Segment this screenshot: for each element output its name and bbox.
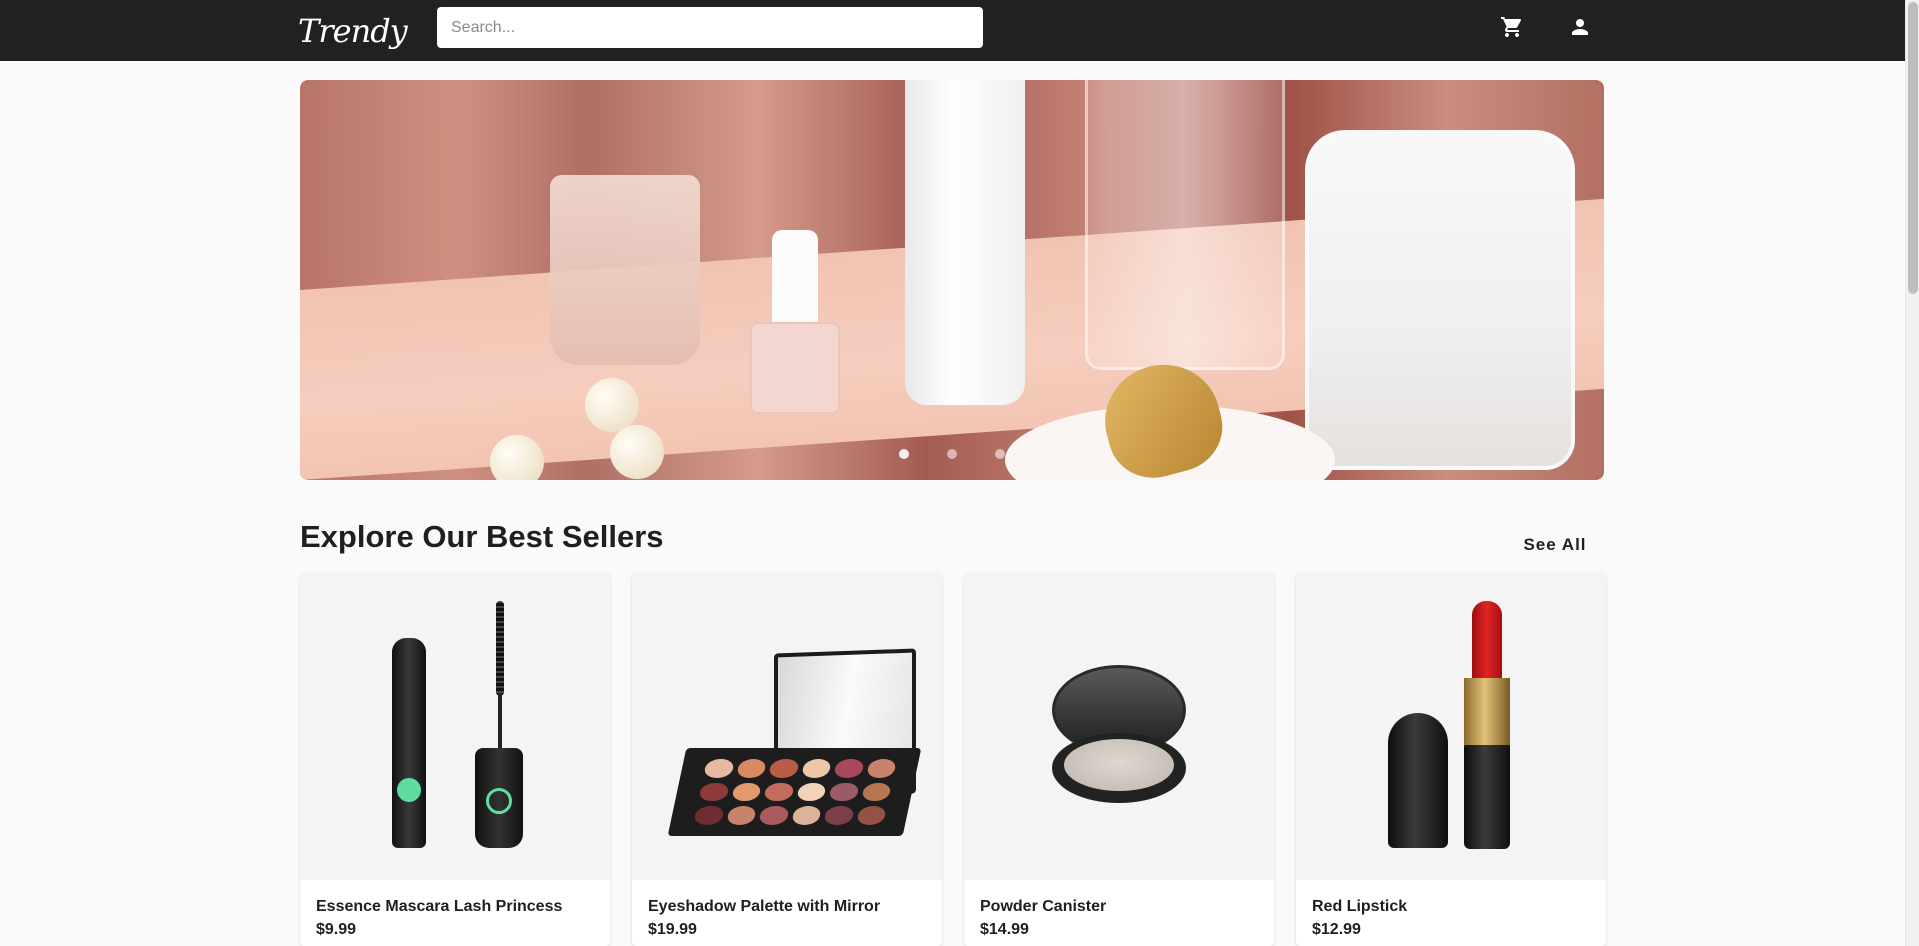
- scrollbar-thumb[interactable]: [1908, 2, 1918, 294]
- search-input[interactable]: [437, 7, 983, 48]
- product-name[interactable]: Essence Mascara Lash Princess: [316, 898, 562, 916]
- carousel-dot-1[interactable]: [899, 449, 909, 459]
- cart-icon: [1501, 17, 1522, 37]
- cart-button[interactable]: [1497, 12, 1527, 42]
- product-image: [300, 573, 610, 880]
- product-name[interactable]: Powder Canister: [980, 898, 1106, 916]
- user-icon: [1572, 19, 1588, 35]
- page-scrollbar[interactable]: [1905, 0, 1919, 946]
- product-price: $9.99: [316, 921, 357, 938]
- account-button[interactable]: [1565, 12, 1595, 42]
- product-card[interactable]: Eyeshadow Palette with Mirror $19.99: [632, 573, 942, 946]
- product-name[interactable]: Red Lipstick: [1312, 898, 1407, 916]
- product-card[interactable]: Essence Mascara Lash Princess $9.99: [300, 573, 610, 946]
- best-sellers-title: Explore Our Best Sellers: [300, 519, 664, 554]
- pearl: [585, 378, 639, 432]
- carousel-dot-2[interactable]: [947, 449, 957, 459]
- hero-banner-carousel[interactable]: [300, 80, 1604, 480]
- product-price: $14.99: [980, 921, 1029, 938]
- product-image: [1296, 573, 1606, 880]
- carousel-indicators: [300, 449, 1604, 459]
- product-card[interactable]: Powder Canister $14.99: [964, 573, 1274, 946]
- top-navigation-bar: Trendy: [0, 0, 1905, 61]
- product-image: [632, 573, 942, 880]
- carousel-dot-3[interactable]: [995, 449, 1005, 459]
- see-all-button[interactable]: See All: [1511, 525, 1599, 565]
- candle-glass-left: [550, 175, 700, 365]
- perfume-bottle: [1085, 80, 1285, 370]
- product-price: $12.99: [1312, 921, 1361, 938]
- nail-polish-bottle: [750, 230, 840, 415]
- candle-glass-right: [1305, 130, 1575, 470]
- product-card[interactable]: Red Lipstick $12.99: [1296, 573, 1606, 946]
- product-image: [964, 573, 1274, 880]
- cream-tube: [905, 80, 1025, 405]
- logo[interactable]: Trendy: [298, 8, 408, 54]
- product-name[interactable]: Eyeshadow Palette with Mirror: [648, 898, 880, 916]
- product-price: $19.99: [648, 921, 697, 938]
